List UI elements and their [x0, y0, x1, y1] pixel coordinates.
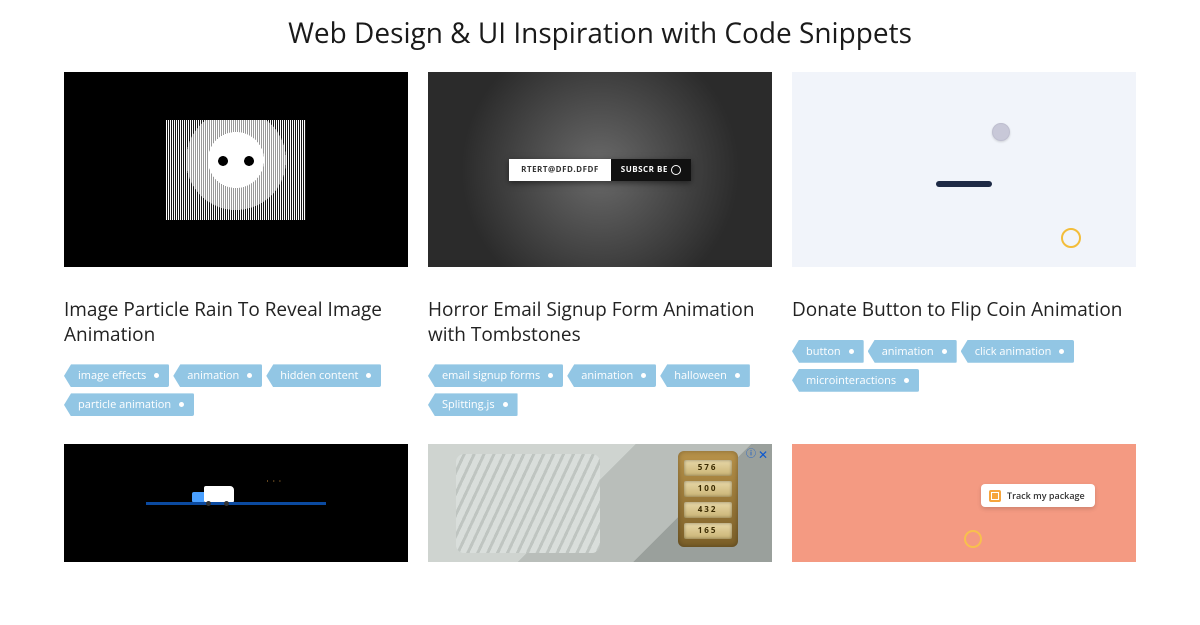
truck-icon	[204, 486, 234, 502]
tag[interactable]: click animation	[961, 340, 1075, 363]
tag[interactable]: animation	[868, 340, 957, 363]
particle-face-graphic	[166, 120, 306, 220]
tag[interactable]: halloween	[660, 364, 750, 387]
lock-dial: 432	[684, 502, 732, 518]
ad-info-icon[interactable]: ⓘ	[746, 445, 756, 460]
snippet-thumbnail[interactable]: · · ·	[64, 444, 408, 562]
snippet-card: · · ·	[64, 444, 408, 562]
snippet-card: Image Particle Rain To Reveal Image Anim…	[64, 72, 408, 416]
tag[interactable]: animation	[173, 364, 262, 387]
snippet-thumbnail[interactable]	[64, 72, 408, 267]
snippet-card: Track my package	[792, 444, 1136, 562]
tag-list: image effects animation hidden content p…	[64, 364, 408, 416]
package-icon	[989, 490, 1001, 502]
snippet-thumbnail[interactable]: RTERT@DFD.DFDF SUBSCR BE	[428, 72, 772, 267]
tag-list: button animation click animation microin…	[792, 340, 1136, 392]
cursor-icon	[964, 530, 982, 548]
snippet-title[interactable]: Donate Button to Flip Coin Animation	[792, 297, 1136, 322]
lock-dial: 165	[684, 523, 732, 539]
lock-dial: 576	[684, 460, 732, 476]
tag[interactable]: button	[792, 340, 864, 363]
email-form-graphic: RTERT@DFD.DFDF SUBSCR BE	[509, 159, 691, 181]
road-graphic: · · ·	[146, 502, 326, 505]
tag[interactable]: Splitting.js	[428, 393, 518, 416]
email-sample-text: RTERT@DFD.DFDF	[509, 159, 611, 181]
lock-graphic: 576 100 432 165	[678, 451, 738, 547]
ad-card: 576 100 432 165 ⓘ ✕	[428, 444, 772, 562]
tag[interactable]: email signup forms	[428, 364, 563, 387]
dust-graphic: · · ·	[267, 476, 282, 487]
tag[interactable]: animation	[567, 364, 656, 387]
snippet-card: RTERT@DFD.DFDF SUBSCR BE Horror Email Si…	[428, 72, 772, 416]
ad-thumbnail[interactable]: 576 100 432 165 ⓘ ✕	[428, 444, 772, 562]
coin-icon	[992, 123, 1010, 141]
tag[interactable]: image effects	[64, 364, 169, 387]
tag[interactable]: particle animation	[64, 393, 194, 416]
subscribe-sample-text: SUBSCR BE	[611, 159, 691, 181]
snippet-thumbnail[interactable]: Track my package	[792, 444, 1136, 562]
tag[interactable]: hidden content	[266, 364, 381, 387]
ad-close-icon[interactable]: ✕	[758, 446, 768, 463]
lock-dial: 100	[684, 481, 732, 497]
ad-controls: ⓘ ✕	[746, 446, 768, 463]
track-package-pill: Track my package	[981, 484, 1095, 507]
tag[interactable]: microinteractions	[792, 369, 919, 392]
snippet-title[interactable]: Image Particle Rain To Reveal Image Anim…	[64, 297, 408, 346]
pill-label: Track my package	[1007, 489, 1085, 502]
snippet-grid: Image Particle Rain To Reveal Image Anim…	[64, 72, 1136, 562]
button-placeholder	[936, 181, 992, 187]
page-title: Web Design & UI Inspiration with Code Sn…	[64, 0, 1136, 72]
snippet-title[interactable]: Horror Email Signup Form Animation with …	[428, 297, 772, 346]
cursor-icon	[1061, 228, 1081, 248]
snippet-thumbnail[interactable]	[792, 72, 1136, 267]
snippet-card: Donate Button to Flip Coin Animation but…	[792, 72, 1136, 416]
tag-list: email signup forms animation halloween S…	[428, 364, 772, 416]
